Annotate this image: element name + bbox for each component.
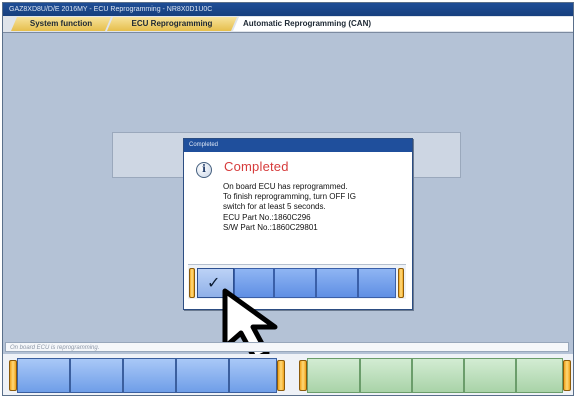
button-bar-right-cap <box>398 268 404 298</box>
function-key-5[interactable] <box>229 358 277 393</box>
tab-bar: System function ECU Reprogramming Automa… <box>3 16 573 33</box>
completed-dialog: Completed i Completed On board ECU has r… <box>183 138 413 310</box>
message-line: To finish reprogramming, turn OFF IG <box>223 192 356 202</box>
dialog-function-button[interactable] <box>358 268 396 298</box>
info-icon: i <box>196 162 212 178</box>
tab-system-function[interactable]: System function <box>11 17 111 31</box>
function-key-8[interactable] <box>412 358 464 393</box>
function-key-4[interactable] <box>176 358 229 393</box>
function-button-bar <box>3 354 573 395</box>
message-line: On board ECU has reprogrammed. <box>223 182 348 191</box>
right-group-end-cap <box>563 360 571 391</box>
checkmark-icon: ✓ <box>207 273 221 292</box>
dialog-function-button[interactable] <box>316 268 358 298</box>
left-group-end-cap <box>277 360 285 391</box>
function-key-9[interactable] <box>464 358 516 393</box>
message-line: switch for at least 5 seconds. <box>223 202 326 212</box>
tab-automatic-reprogramming[interactable]: Automatic Reprogramming (CAN) <box>233 17 573 31</box>
tab-ecu-reprogramming[interactable]: ECU Reprogramming <box>107 17 237 31</box>
button-bar-left-cap <box>189 268 195 298</box>
function-key-10[interactable] <box>516 358 563 393</box>
function-key-7[interactable] <box>360 358 412 393</box>
right-group-cap <box>299 360 307 391</box>
dialog-title: Completed <box>184 139 412 152</box>
dialog-heading: Completed <box>224 159 289 174</box>
app-window: GAZ8XD8U/D/E 2016MY - ECU Reprogramming … <box>2 2 574 396</box>
window-title: GAZ8XD8U/D/E 2016MY - ECU Reprogramming … <box>3 3 573 16</box>
function-key-2[interactable] <box>70 358 123 393</box>
sw-part-number: S/W Part No.:1860C29801 <box>223 222 318 232</box>
function-key-6[interactable] <box>307 358 360 393</box>
ecu-part-number: ECU Part No.:1860C296 <box>223 212 311 222</box>
left-group-cap <box>9 360 17 391</box>
status-bar: On board ECU is reprogramming. <box>5 342 569 352</box>
function-key-3[interactable] <box>123 358 176 393</box>
function-key-1[interactable] <box>17 358 70 393</box>
dialog-message: On board ECU has reprogrammed. To finish… <box>223 182 356 233</box>
